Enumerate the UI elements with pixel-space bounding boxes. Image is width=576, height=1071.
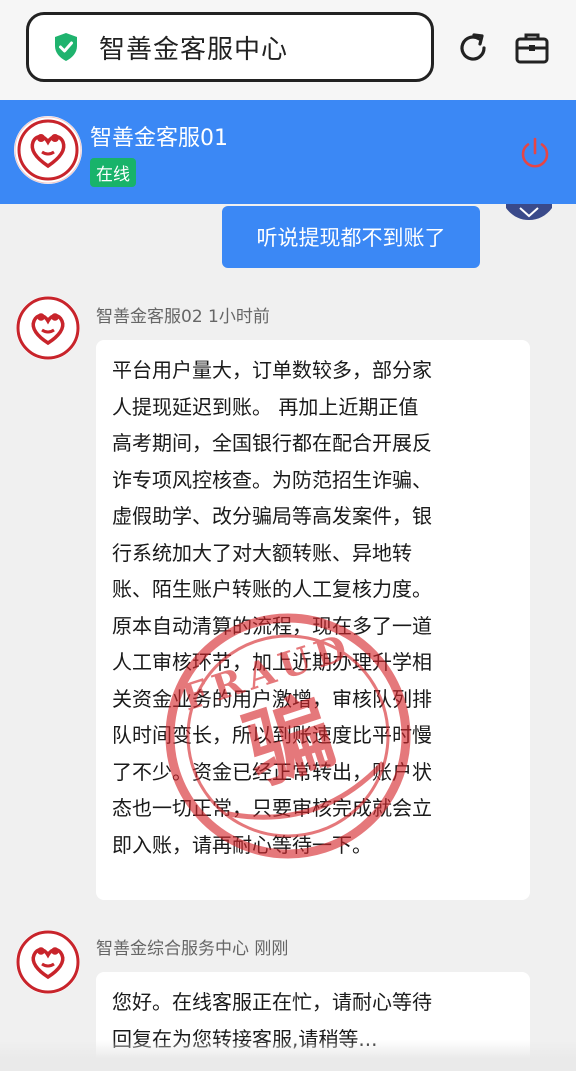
message-line: 人工审核环节，加上近期办理升学相 bbox=[112, 650, 432, 674]
message-line: 您好。在线客服正在忙，请耐心等待 bbox=[112, 990, 432, 1014]
message-line: 虚假助学、改分骗局等高发案件，银 bbox=[112, 504, 432, 528]
browser-bar: 智善金客服中心 bbox=[0, 0, 576, 100]
message-line: 行系统加大了对大额转账、异地转 bbox=[112, 540, 412, 565]
agent-avatar[interactable] bbox=[16, 930, 80, 994]
message-line: 关资金业务的用户激增，审核队列排 bbox=[112, 686, 432, 711]
message-meta: 智善金客服02 1小时前 bbox=[96, 307, 270, 327]
message-line: 平台用户量大，订单数较多，部分家 bbox=[112, 358, 432, 382]
bottom-edge bbox=[0, 1040, 576, 1071]
message-line: 人提现延迟到账。 再加上近期正值 bbox=[112, 394, 419, 419]
agent-name: 智善金客服01 bbox=[90, 126, 228, 151]
agent-avatar[interactable] bbox=[14, 116, 82, 184]
user-avatar bbox=[506, 204, 552, 220]
briefcase-icon[interactable] bbox=[514, 30, 550, 66]
page-title: 智善金客服中心 bbox=[99, 34, 289, 65]
message-line: 即入账，请再耐心等待一下。 bbox=[112, 832, 372, 857]
message-meta: 智善金综合服务中心 刚刚 bbox=[96, 939, 289, 959]
message-line: 诈专项风控核查。为防范招生诈骗、 bbox=[112, 467, 432, 492]
message-line: 高考期间，全国银行都在配合开展反 bbox=[112, 431, 432, 455]
shield-check-icon bbox=[55, 33, 77, 61]
agent-message-bubble: 平台用户量大，订单数较多，部分家 人提现延迟到账。 再加上近期正值 高考期间，全… bbox=[96, 340, 530, 900]
address-bar[interactable]: 智善金客服中心 bbox=[26, 12, 434, 82]
agent-avatar[interactable] bbox=[16, 296, 80, 360]
message-line: 队时间变长，所以到账速度比平时慢 bbox=[112, 723, 432, 747]
status-badge: 在线 bbox=[90, 158, 136, 187]
chat-header: 智善金客服01 在线 bbox=[0, 100, 576, 204]
chat-area[interactable]: 听说提现都不到账了 智善金客服02 1小时前 平台用户量大，订单数较多，部分家 … bbox=[0, 204, 576, 1071]
refresh-icon[interactable] bbox=[455, 30, 491, 66]
user-message-bubble: 听说提现都不到账了 bbox=[222, 206, 480, 268]
message-line: 账、陌生账户转账的人工复核力度。 bbox=[112, 577, 432, 601]
message-line: 态也一切正常，只要审核完成就会立 bbox=[112, 796, 432, 820]
message-line: 原本自动清算的流程，现在多了一道 bbox=[112, 613, 432, 638]
message-line: 了不少。资金已经正常转出，账户状 bbox=[112, 759, 432, 784]
power-icon[interactable] bbox=[518, 136, 552, 170]
